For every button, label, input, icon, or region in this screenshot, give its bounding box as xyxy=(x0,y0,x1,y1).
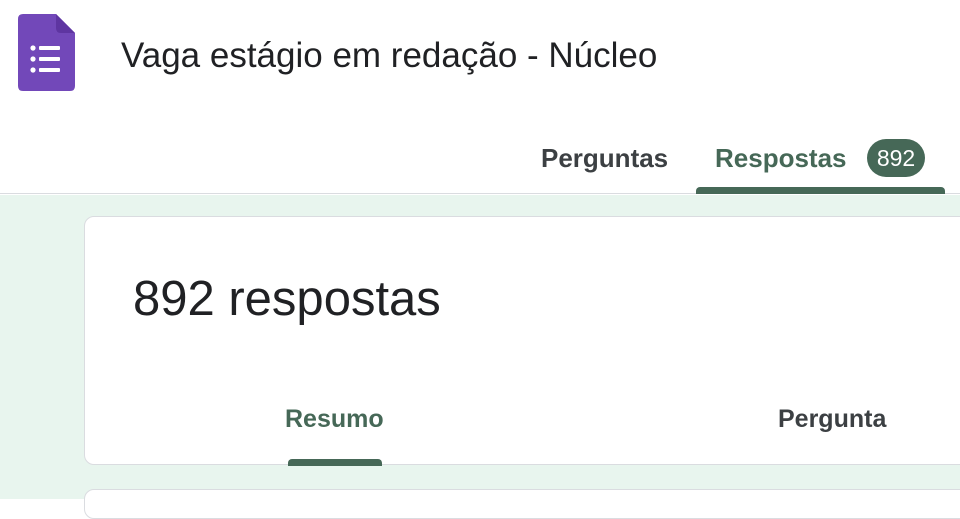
tab-responses[interactable]: Respostas xyxy=(715,140,847,176)
responses-count-badge: 892 xyxy=(867,139,925,177)
responses-summary-card: 892 respostas Resumo Pergunta xyxy=(84,216,960,466)
tab-questions[interactable]: Perguntas xyxy=(541,140,668,176)
next-card xyxy=(84,489,960,519)
active-subtab-indicator xyxy=(288,459,382,466)
subtab-question[interactable]: Pergunta xyxy=(778,403,886,435)
form-header: Vaga estágio em redação - Núcleo Pergunt… xyxy=(0,0,960,194)
responses-count-title: 892 respostas xyxy=(133,272,441,326)
active-tab-indicator xyxy=(696,187,945,194)
subtab-summary[interactable]: Resumo xyxy=(285,403,384,435)
google-forms-icon[interactable] xyxy=(18,14,75,91)
form-title[interactable]: Vaga estágio em redação - Núcleo xyxy=(121,34,657,78)
